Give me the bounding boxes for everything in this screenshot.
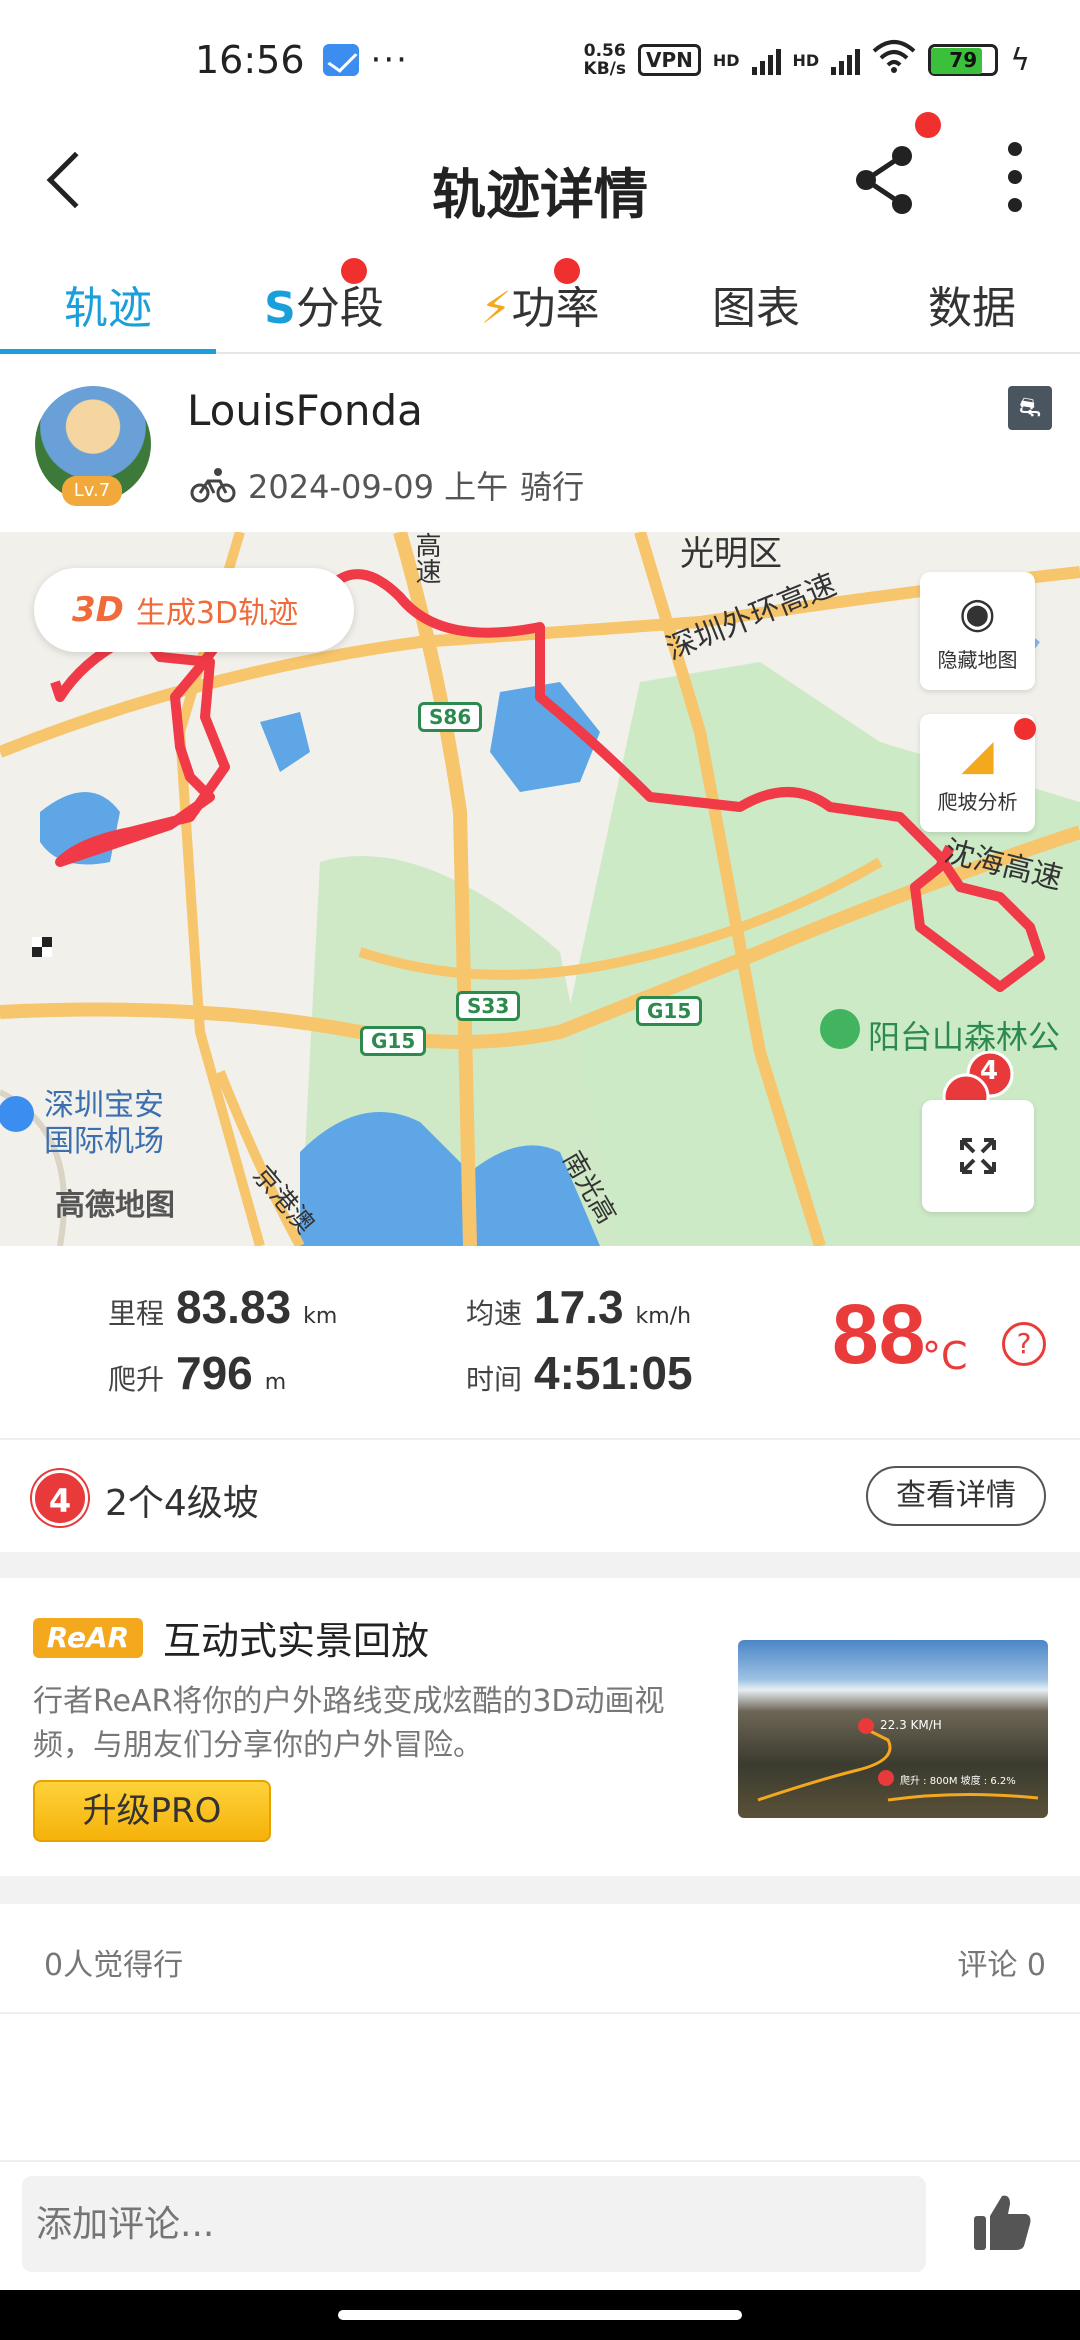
tab-track[interactable]: 轨迹 — [0, 250, 216, 354]
comment-bar — [0, 2160, 1080, 2290]
road-shield: S33 — [456, 991, 521, 1021]
more-options-icon[interactable] — [1000, 142, 1030, 212]
segments-badge — [341, 258, 367, 284]
hd-label: HD — [792, 50, 820, 70]
map-label: 高速 — [411, 532, 441, 584]
net-speed: 0.56 KB/s — [583, 41, 626, 79]
home-indicator[interactable] — [338, 2310, 742, 2320]
top-app-bar: 轨迹详情 — [0, 112, 1080, 250]
share-badge — [915, 112, 941, 138]
upgrade-pro-button[interactable]: 升级PRO — [33, 1780, 271, 1842]
route-map[interactable]: 3D 生成3D轨迹 ◉ 隐藏地图 ◢ 爬坡分析 光明区 高速 深圳外环高速 沈海… — [0, 532, 1080, 1246]
expand-map-button[interactable] — [922, 1100, 1034, 1212]
climb-level-icon: 4 — [32, 1470, 88, 1526]
tab-data[interactable]: 数据 — [864, 250, 1080, 352]
more-notifications-icon: ··· — [370, 40, 409, 80]
eye-icon: ◉ — [959, 588, 996, 637]
status-bar: 16:56 ··· 0.56 KB/s VPN HD HD 79 ϟ — [0, 0, 1080, 120]
likes-count[interactable]: 0人觉得行 — [44, 1940, 183, 1984]
activity-meta: 2024-09-09 上午 骑行 — [190, 462, 584, 508]
charging-icon: ϟ — [1010, 42, 1030, 78]
bike-icon — [190, 468, 236, 503]
level-badge: Lv.7 — [62, 476, 122, 506]
comment-input[interactable] — [22, 2176, 926, 2272]
tab-charts[interactable]: 图表 — [648, 250, 864, 352]
rear-logo: ReAR — [33, 1618, 143, 1658]
road-shield: G15 — [636, 996, 703, 1026]
power-icon: ⚡ — [480, 283, 512, 334]
ride-stats: 里程 83.83 km 爬升 796 m 均速 17.3 km/h 时间 4:51:05 88… — [0, 1246, 1080, 1440]
tab-power[interactable]: ⚡功率 — [432, 250, 648, 352]
map-label: 国际机场 — [44, 1124, 164, 1159]
activity-date: 2024-09-09 上午 — [248, 468, 509, 506]
3d-icon: 3D — [72, 590, 124, 630]
tab-segments[interactable]: S分段 — [216, 250, 432, 352]
climb-marker: 4 — [980, 1056, 999, 1086]
promo-image[interactable]: 22.3 KM/H 爬升 : 800M 坡度 : 6.2% — [738, 1640, 1048, 1818]
username[interactable]: LouisFonda — [187, 386, 423, 435]
hd-label: HD — [712, 50, 740, 70]
road-shield: S86 — [418, 702, 483, 732]
wifi-icon — [872, 39, 916, 82]
battery-icon: 79 — [928, 44, 999, 76]
segments-icon: S — [264, 283, 296, 334]
social-row: 0人觉得行 评论 0 — [0, 1904, 1080, 2014]
temperature-unit: °C — [922, 1334, 968, 1378]
tab-bar: 轨迹 S分段 ⚡功率 图表 数据 — [0, 250, 1080, 354]
view-details-button[interactable]: 查看详情 — [866, 1466, 1046, 1526]
promo-title: 互动式实景回放 — [163, 1619, 430, 1663]
section-divider — [0, 1552, 1080, 1578]
vpn-icon: VPN — [637, 44, 701, 76]
generate-3d-button[interactable]: 3D 生成3D轨迹 — [34, 568, 354, 652]
status-time: 16:56 — [195, 38, 305, 82]
stat-avg-speed: 均速 17.3 km/h — [466, 1281, 692, 1333]
thumbs-up-icon[interactable] — [970, 2190, 1034, 2254]
comments-count[interactable]: 评论 0 — [957, 1940, 1046, 1984]
map-label: 阳台山森林公 — [868, 1018, 1061, 1056]
share-icon[interactable] — [850, 140, 920, 220]
user-info: Lv.7 LouisFonda 2024-09-09 上午 骑行 ⛐ — [0, 356, 1080, 532]
signal-icon — [751, 45, 781, 75]
temperature-value: 88 — [832, 1287, 926, 1381]
expand-icon — [960, 1138, 996, 1174]
route-badge-icon[interactable]: ⛐ — [1008, 386, 1052, 430]
power-badge — [554, 258, 580, 284]
stat-distance: 里程 83.83 km — [108, 1281, 338, 1333]
signal-icon — [831, 45, 861, 75]
promo-description: 行者ReAR将你的户外路线变成炫酷的3D动画视频，与朋友们分享你的户外冒险。 — [33, 1684, 665, 1763]
stat-time: 时间 4:51:05 — [466, 1347, 693, 1399]
system-nav-bar — [0, 2290, 1080, 2340]
mail-icon — [322, 44, 359, 76]
map-label: 光明区 — [680, 534, 782, 574]
stat-climb: 爬升 796 m — [108, 1347, 287, 1399]
activity-type: 骑行 — [520, 468, 585, 506]
climb-text: 2个4级坡 — [105, 1483, 259, 1524]
hide-map-button[interactable]: ◉ 隐藏地图 — [920, 572, 1035, 690]
road-shield: G15 — [360, 1026, 427, 1056]
help-icon[interactable]: ? — [1002, 1322, 1046, 1366]
climb-summary: 4 2个4级坡 查看详情 — [0, 1440, 1080, 1552]
section-divider — [0, 1876, 1080, 1904]
rear-promo: ReAR 互动式实景回放 行者ReAR将你的户外路线变成炫酷的3D动画视频，与朋… — [0, 1578, 1080, 1876]
climb-analysis-badge — [1014, 718, 1036, 740]
map-provider-logo: 高德地图 — [55, 1188, 175, 1223]
